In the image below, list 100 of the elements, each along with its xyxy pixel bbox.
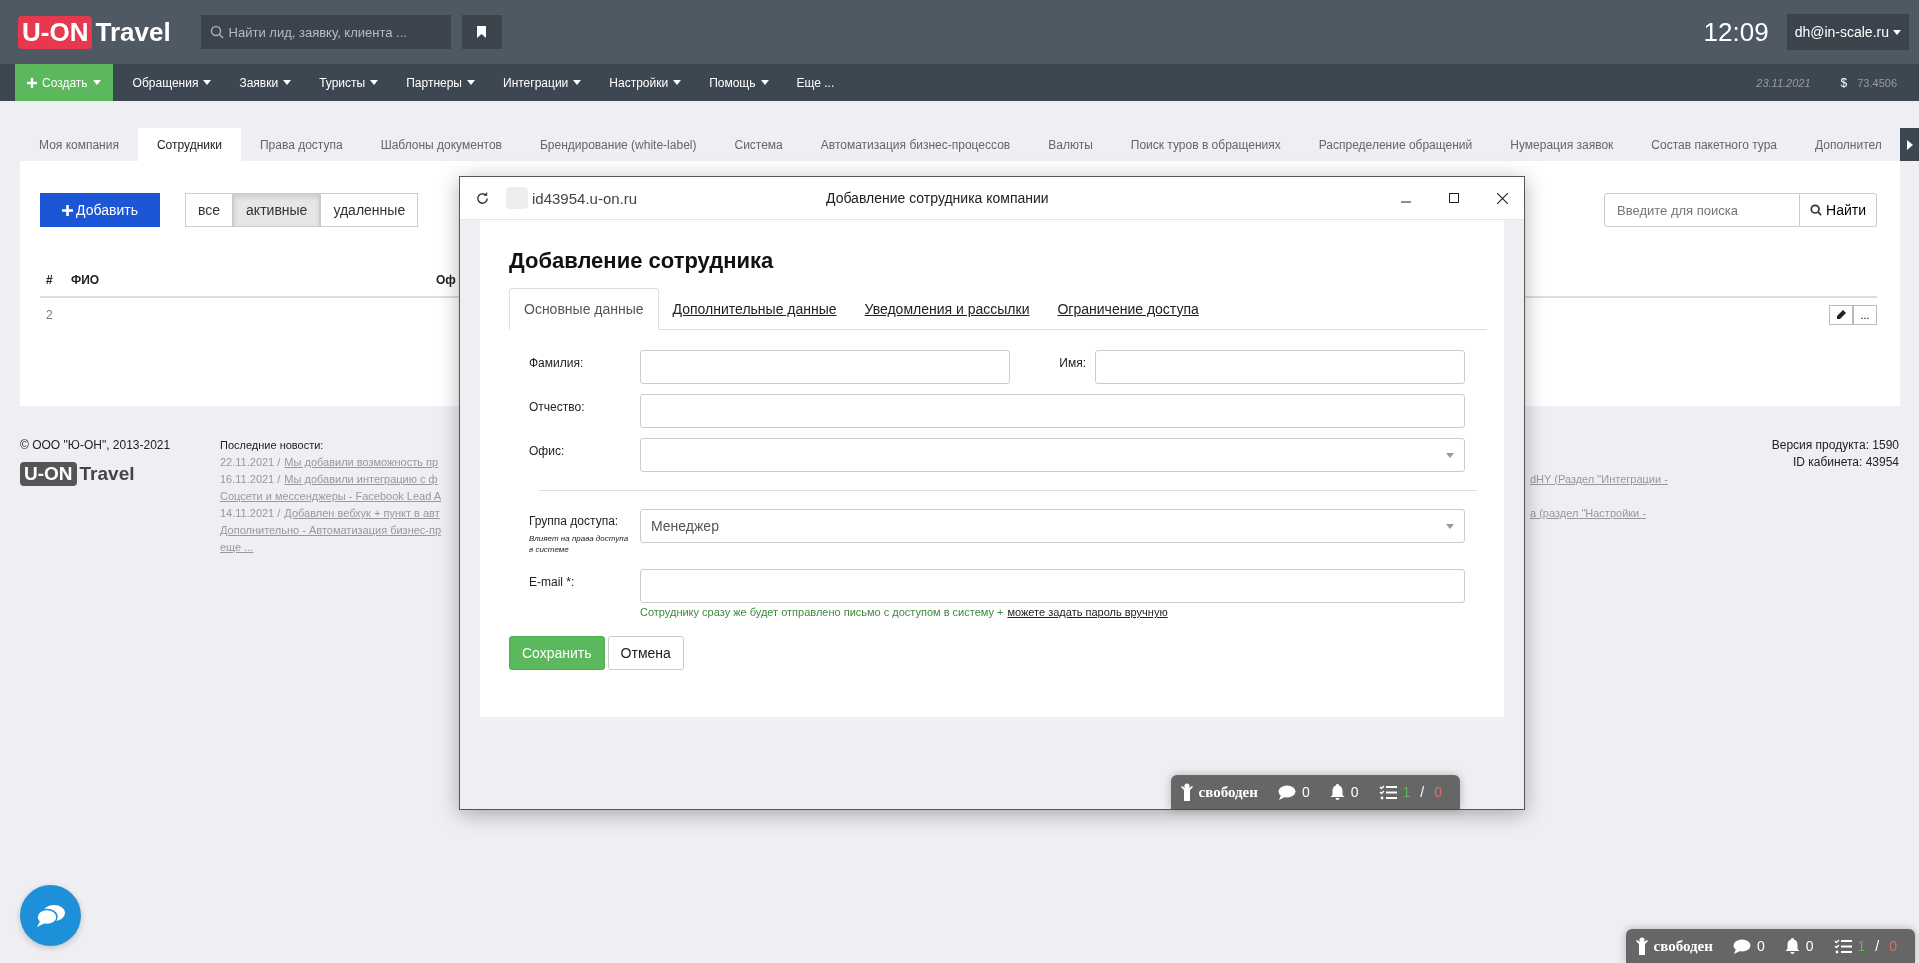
bookmark-button[interactable]: [461, 15, 502, 49]
tab[interactable]: Дополнител: [1796, 128, 1886, 161]
exchange-rate: 73.4506: [1857, 76, 1897, 89]
caret-icon: [673, 80, 682, 85]
column-header: #: [45, 272, 54, 287]
menu-item[interactable]: Обращения: [118, 64, 226, 101]
search-field[interactable]: Найти лид, заявку, клиента ...: [200, 15, 451, 49]
reload-icon[interactable]: [475, 190, 490, 206]
count-separator: /: [1875, 938, 1880, 954]
notification-count: 0: [1805, 938, 1814, 954]
chevron-right-icon: [1906, 139, 1913, 150]
more-button[interactable]: ...: [1853, 305, 1877, 325]
currency-sign: $: [1840, 75, 1848, 90]
close-icon[interactable]: [1497, 192, 1508, 204]
copyright-text: © ООО "Ю-ОН", 2013-2021: [20, 438, 172, 452]
field-label: Офис:: [529, 443, 566, 458]
tab[interactable]: Брендирование (white-label): [520, 128, 716, 161]
menu-item[interactable]: Интеграции: [489, 64, 596, 101]
field-label: Фамилия:: [529, 355, 585, 370]
scroll-right-button[interactable]: [1900, 128, 1919, 161]
tab[interactable]: Моя компания: [20, 128, 138, 161]
caret-icon: [467, 80, 475, 85]
add-button[interactable]: Добавить: [40, 193, 160, 227]
chat-button[interactable]: [20, 885, 81, 946]
plus-icon: [62, 204, 74, 216]
done-count: 1: [1402, 784, 1411, 800]
tab[interactable]: Поиск туров в обращениях: [1111, 128, 1300, 161]
bell-icon[interactable]: [1784, 938, 1800, 954]
field-note: Влияет на права доступа в системе: [529, 533, 629, 555]
tab[interactable]: Основные данные: [509, 288, 659, 330]
tab[interactable]: Распределение обращений: [1299, 128, 1492, 161]
menu-item[interactable]: Помощь: [695, 64, 783, 101]
menu-item[interactable]: Заявки: [225, 64, 306, 101]
bell-icon[interactable]: [1329, 784, 1345, 800]
pencil-icon: [1836, 310, 1846, 320]
news-date: 16.11.2021 /: [220, 473, 281, 487]
person-icon: [1635, 937, 1648, 955]
clock-time: 12:09: [1703, 16, 1769, 48]
caret-icon: [1893, 29, 1901, 35]
caret-icon: [760, 80, 769, 85]
cancel-button[interactable]: Отмена: [607, 636, 684, 670]
tab[interactable]: Валюты: [1029, 128, 1112, 161]
tab[interactable]: Шаблоны документов: [361, 128, 521, 161]
caret-icon: [1446, 523, 1454, 529]
overdue-count: 0: [1889, 938, 1897, 954]
password-link[interactable]: можете задать пароль вручную: [1007, 606, 1168, 618]
filter-button[interactable]: активные: [233, 193, 321, 227]
maximize-icon[interactable]: [1449, 193, 1459, 203]
bookmark-icon: [477, 26, 487, 38]
tab[interactable]: Уведомления и рассылки: [850, 288, 1044, 329]
chat-icon[interactable]: [1277, 784, 1296, 800]
tab[interactable]: Нумерация заявок: [1491, 128, 1633, 161]
field-label: Группа доступа:: [529, 513, 620, 528]
done-count: 1: [1857, 938, 1866, 954]
status-text: свободен: [1198, 783, 1258, 801]
input-field[interactable]: [640, 569, 1465, 603]
input-field[interactable]: [640, 394, 1465, 428]
field-label: Отчество:: [529, 399, 586, 414]
caret-icon: [203, 80, 212, 85]
tab[interactable]: Права доступа: [240, 128, 362, 161]
caret-icon: [1446, 452, 1454, 458]
overdue-count: 0: [1434, 784, 1442, 800]
select-field[interactable]: Менеджер: [640, 509, 1465, 543]
tab[interactable]: Дополнительные данные: [658, 288, 851, 329]
filter-button[interactable]: удаленные: [320, 193, 419, 227]
menu-item[interactable]: Еще ...: [782, 64, 849, 101]
checklist-icon[interactable]: [1833, 938, 1852, 954]
input-field[interactable]: [1095, 350, 1465, 384]
url-text: id43954.u-on.ru: [532, 189, 639, 207]
notification-count: 0: [1350, 784, 1359, 800]
caret-icon: [92, 80, 101, 85]
version-text: Версия продукта: 1590: [1771, 438, 1899, 452]
message-count: 0: [1301, 784, 1310, 800]
chat-icon: [35, 902, 66, 929]
input-field[interactable]: [640, 350, 1010, 384]
person-icon: [1180, 783, 1193, 801]
tab[interactable]: Сотрудники: [137, 128, 241, 161]
menu-item[interactable]: Партнеры: [392, 64, 489, 101]
count-separator: /: [1420, 784, 1425, 800]
logo[interactable]: U-ON Travel: [18, 15, 171, 49]
edit-button[interactable]: [1829, 305, 1853, 325]
tab[interactable]: Ограничение доступа: [1043, 288, 1213, 329]
column-header: Оф: [436, 272, 456, 287]
column-header: ФИО: [71, 272, 101, 287]
menu-item[interactable]: Настройки: [595, 64, 696, 101]
plus-icon: [27, 77, 37, 88]
tab[interactable]: Автоматизация бизнес-процессов: [801, 128, 1030, 161]
search-button[interactable]: Найти: [1800, 193, 1877, 227]
select-field[interactable]: [640, 438, 1465, 472]
chat-icon[interactable]: [1732, 938, 1751, 954]
field-label: E-mail *:: [529, 574, 576, 589]
search-field[interactable]: Введите для поиска: [1604, 193, 1801, 227]
user-menu-button[interactable]: dh@in-scale.ru: [1786, 14, 1909, 50]
filter-button[interactable]: все: [185, 193, 234, 227]
tab[interactable]: Система: [715, 128, 802, 161]
message-count: 0: [1756, 938, 1765, 954]
menu-item[interactable]: Туристы: [305, 64, 393, 101]
form-title: Добавление сотрудника: [509, 248, 775, 275]
checklist-icon[interactable]: [1378, 784, 1397, 800]
tab[interactable]: Состав пакетного тура: [1632, 128, 1796, 161]
